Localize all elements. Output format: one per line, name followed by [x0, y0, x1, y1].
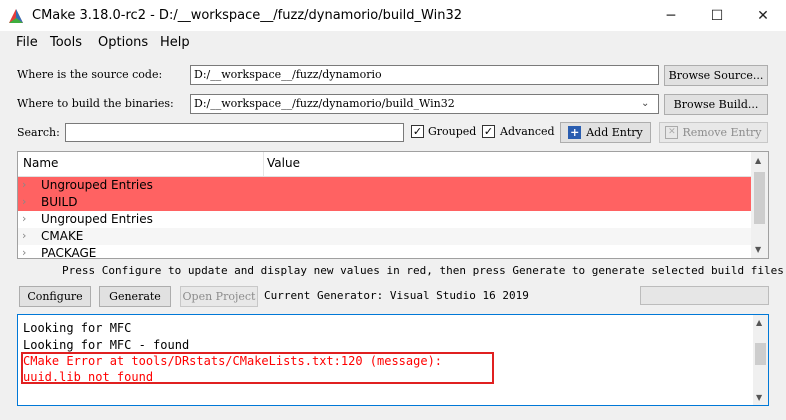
maximize-button[interactable]: ☐ — [694, 0, 740, 31]
browse-source-button[interactable]: Browse Source... — [664, 65, 768, 86]
build-path-value: D:/__workspace__/fuzz/dynamorio/build_Wi… — [194, 97, 455, 110]
chevron-down-icon[interactable]: ⌄ — [641, 98, 649, 109]
column-value-header[interactable]: Value — [267, 156, 300, 170]
advanced-checkbox[interactable]: ✓ — [482, 125, 495, 138]
generate-button[interactable]: Generate — [99, 286, 171, 307]
table-header: Name Value — [18, 152, 752, 177]
minimize-icon: ─ — [666, 7, 676, 24]
search-label: Search: — [17, 126, 60, 139]
scroll-up-icon[interactable]: ▲ — [755, 156, 761, 165]
row-name: PACKAGE — [41, 246, 97, 259]
cache-entries-table[interactable]: Name Value › Ungrouped Entries › BUILD ›… — [17, 151, 769, 259]
table-row[interactable]: › BUILD — [18, 194, 752, 211]
scroll-down-icon[interactable]: ▼ — [755, 245, 761, 254]
window-title: CMake 3.18.0-rc2 - D:/__workspace__/fuzz… — [32, 8, 463, 23]
source-path-input[interactable]: D:/__workspace__/fuzz/dynamorio — [190, 65, 659, 85]
chevron-right-icon[interactable]: › — [22, 246, 26, 258]
remove-entry-button[interactable]: ✕ Remove Entry — [659, 122, 768, 143]
log-line: Looking for MFC - found — [23, 338, 190, 352]
search-input[interactable] — [65, 123, 404, 142]
add-entry-button[interactable]: + Add Entry — [560, 122, 651, 143]
add-entry-label: Add Entry — [586, 126, 643, 139]
grouped-checkbox[interactable]: ✓ — [411, 125, 424, 138]
maximize-icon: ☐ — [710, 7, 724, 24]
table-row[interactable]: › Ungrouped Entries — [18, 211, 752, 228]
menu-tools[interactable]: Tools — [50, 35, 82, 50]
build-path-combobox[interactable]: D:/__workspace__/fuzz/dynamorio/build_Wi… — [190, 94, 659, 114]
configure-hint-text: Press Configure to update and display ne… — [62, 264, 786, 277]
output-log[interactable]: ▔▔▔▔▔▔▔▔▔▔▔▔▔▔▔▔▔▔▔▔▔▔▔▔▔▔▔▔▔▔▔▔▔▔▔▔▔▔▔▔… — [17, 314, 769, 406]
menu-file[interactable]: File — [16, 35, 38, 50]
row-name: CMAKE — [41, 229, 84, 243]
browse-build-button[interactable]: Browse Build... — [664, 94, 768, 115]
progress-bar — [640, 286, 769, 305]
scrollbar-thumb[interactable] — [754, 172, 765, 224]
minimize-button[interactable]: ─ — [648, 0, 694, 31]
table-row[interactable]: › PACKAGE — [18, 245, 752, 259]
remove-entry-label: Remove Entry — [682, 126, 762, 139]
scroll-down-icon[interactable]: ▼ — [756, 393, 762, 402]
table-row[interactable]: › CMAKE — [18, 228, 752, 245]
chevron-right-icon[interactable]: › — [22, 178, 26, 191]
menu-options[interactable]: Options — [98, 35, 148, 50]
log-error-line: uuid.lib not found — [23, 370, 154, 384]
source-label: Where is the source code: — [17, 68, 163, 81]
column-name-header[interactable]: Name — [23, 156, 58, 170]
row-name: Ungrouped Entries — [41, 212, 153, 226]
column-divider[interactable] — [263, 152, 264, 176]
scrollbar-thumb[interactable] — [755, 343, 766, 365]
open-project-button[interactable]: Open Project — [180, 286, 258, 307]
remove-icon: ✕ — [665, 126, 679, 139]
table-row[interactable]: › Ungrouped Entries — [18, 177, 752, 194]
log-line-partial: ▔▔▔▔▔▔▔▔▔▔▔▔▔▔▔▔▔▔▔▔▔▔▔▔▔▔▔▔▔▔▔▔▔▔▔▔▔▔▔▔… — [23, 314, 356, 321]
row-name: Ungrouped Entries — [41, 178, 153, 192]
grouped-label: Grouped — [428, 125, 477, 138]
scroll-up-icon[interactable]: ▲ — [756, 318, 762, 327]
table-vertical-scrollbar[interactable]: ▲ ▼ — [751, 152, 768, 258]
close-button[interactable]: ✕ — [740, 0, 786, 31]
advanced-label: Advanced — [500, 125, 555, 138]
log-line: Looking for MFC — [23, 321, 132, 335]
add-icon: + — [568, 126, 582, 139]
log-error-line: CMake Error at tools/DRstats/CMakeLists.… — [23, 354, 443, 368]
row-name: BUILD — [41, 195, 78, 209]
chevron-right-icon[interactable]: › — [22, 229, 26, 242]
cmake-app-icon — [9, 9, 23, 23]
configure-button[interactable]: Configure — [19, 286, 91, 307]
chevron-right-icon[interactable]: › — [22, 212, 26, 225]
build-label: Where to build the binaries: — [17, 97, 174, 110]
log-vertical-scrollbar[interactable]: ▲ ▼ — [753, 315, 768, 405]
close-icon: ✕ — [757, 7, 769, 24]
menu-help[interactable]: Help — [160, 35, 190, 50]
current-generator-text: Current Generator: Visual Studio 16 2019 — [264, 289, 529, 302]
chevron-right-icon[interactable]: › — [22, 195, 26, 208]
